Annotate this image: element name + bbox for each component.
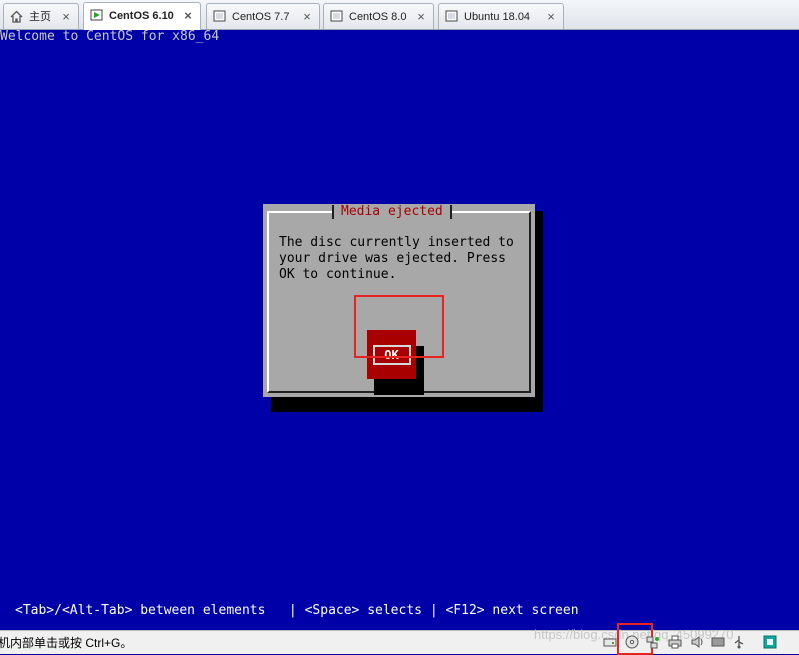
keyboard-hint: <Tab>/<Alt-Tab> between elements | <Spac… — [15, 603, 579, 618]
tab-centos-8-0[interactable]: CentOS 8.0 × — [323, 3, 434, 29]
tab-home[interactable]: 主页 × — [3, 3, 79, 29]
network-icon[interactable] — [644, 634, 659, 649]
close-icon[interactable]: × — [545, 5, 557, 29]
tab-centos-7-7[interactable]: CentOS 7.7 × — [206, 3, 320, 29]
status-message: 机内部单击或按 Ctrl+G。 — [0, 636, 133, 650]
ok-button[interactable]: OK — [367, 330, 416, 379]
vm-console[interactable]: Welcome to CentOS for x86_64 Media eject… — [0, 29, 799, 630]
usb-icon[interactable] — [731, 634, 746, 649]
vmware-tools-icon[interactable] — [762, 634, 777, 649]
tab-label: CentOS 6.10 — [109, 10, 174, 22]
welcome-text: Welcome to CentOS for x86_64 — [0, 29, 220, 44]
close-icon[interactable]: × — [60, 5, 72, 29]
close-icon[interactable]: × — [182, 4, 194, 28]
dialog-message: The disc currently inserted to your driv… — [279, 235, 514, 282]
ok-button-label: OK — [372, 344, 411, 365]
status-bar: 机内部单击或按 Ctrl+G。 https://blog.csdn.net/qq… — [0, 623, 799, 655]
vm-tab-bar: 主页 × CentOS 6.10 × CentOS 7.7 × CentOS 8… — [0, 0, 799, 30]
tab-label: 主页 — [29, 11, 51, 23]
close-icon[interactable]: × — [415, 5, 427, 29]
tab-centos-6-10[interactable]: CentOS 6.10 × — [83, 2, 201, 30]
vm-icon — [213, 10, 226, 23]
hard-disk-icon[interactable] — [602, 634, 617, 649]
dialog-title: Media ejected — [332, 204, 452, 220]
display-icon[interactable] — [710, 634, 725, 649]
sound-icon[interactable] — [689, 634, 704, 649]
cd-dvd-icon[interactable] — [624, 634, 639, 649]
tab-ubuntu-18-04[interactable]: Ubuntu 18.04 × — [438, 3, 564, 29]
close-icon[interactable]: × — [301, 5, 313, 29]
tab-label: Ubuntu 18.04 — [464, 11, 531, 23]
media-ejected-dialog: Media ejected The disc currently inserte… — [263, 204, 535, 397]
vm-icon — [330, 10, 343, 23]
printer-icon[interactable] — [667, 634, 682, 649]
vm-icon — [445, 10, 458, 23]
vm-running-icon — [90, 9, 103, 22]
tab-label: CentOS 8.0 — [349, 11, 407, 23]
home-icon — [10, 10, 23, 23]
tab-label: CentOS 7.7 — [232, 11, 290, 23]
